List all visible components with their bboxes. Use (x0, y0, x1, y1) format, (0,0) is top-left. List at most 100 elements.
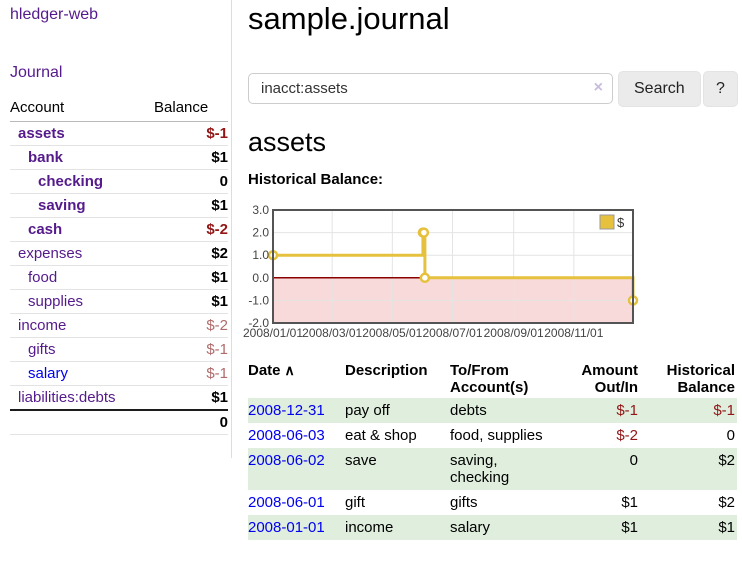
svg-text:2008/03/01: 2008/03/01 (302, 326, 362, 340)
account-link-saving[interactable]: saving (38, 197, 86, 214)
account-balance: $-1 (154, 362, 228, 386)
account-link-supplies[interactable]: supplies (28, 293, 83, 310)
svg-text:1.0: 1.0 (252, 248, 269, 262)
account-balance: $-1 (154, 122, 228, 146)
transaction-accounts: gifts (450, 490, 558, 515)
account-link-assets[interactable]: assets (18, 125, 65, 142)
account-row: food $1 (10, 266, 228, 290)
register-col-description: Description (345, 360, 450, 398)
account-link-income[interactable]: income (18, 317, 66, 334)
svg-text:2008/05/01: 2008/05/01 (362, 326, 422, 340)
register-col-accounts: To/From Account(s) (450, 360, 558, 398)
account-link-checking[interactable]: checking (38, 173, 103, 190)
accounts-total-value: 0 (154, 410, 228, 435)
account-link-gifts[interactable]: gifts (28, 341, 56, 358)
transaction-date-link[interactable]: 2008-01-01 (248, 519, 325, 536)
account-balance: $2 (154, 242, 228, 266)
search-input[interactable] (248, 73, 613, 104)
register-header-row: Date∧ Description To/From Account(s) Amo… (248, 360, 737, 398)
account-row: liabilities:debts $1 (10, 386, 228, 411)
accounts-total-row: 0 (10, 410, 228, 435)
transaction-description: eat & shop (345, 423, 450, 448)
register-row: 2008-06-02 save saving, checking 0 $2 (248, 448, 737, 490)
account-row: bank $1 (10, 146, 228, 170)
sidebar: hledger-web Journal Account Balance asse… (0, 0, 232, 458)
chart-title: Historical Balance: (248, 171, 383, 188)
transaction-date-link[interactable]: 2008-12-31 (248, 402, 325, 419)
transaction-accounts: food, supplies (450, 423, 558, 448)
account-balance: $1 (154, 290, 228, 314)
register-col-balance: Historical Balance (640, 360, 737, 398)
transaction-amount: $1 (558, 490, 640, 515)
svg-text:2.0: 2.0 (252, 226, 269, 240)
sort-ascending-icon: ∧ (285, 362, 295, 378)
register-row: 2008-06-03 eat & shop food, supplies $-2… (248, 423, 737, 448)
transaction-date-link[interactable]: 2008-06-03 (248, 427, 325, 444)
historical-balance-chart: $3.02.01.00.0-1.0-2.02008/01/012008/03/0… (248, 202, 742, 344)
account-balance: $-2 (154, 218, 228, 242)
search-input-wrap: × (248, 73, 613, 104)
transaction-amount: $-1 (558, 398, 640, 423)
account-link-bank[interactable]: bank (28, 149, 63, 166)
svg-text:2008/09/01: 2008/09/01 (484, 326, 544, 340)
transaction-balance: 0 (640, 423, 737, 448)
svg-text:0.0: 0.0 (252, 271, 269, 285)
account-balance: $-2 (154, 314, 228, 338)
account-link-cash[interactable]: cash (28, 221, 62, 238)
transaction-amount: $1 (558, 515, 640, 540)
account-row: salary $-1 (10, 362, 228, 386)
account-row: cash $-2 (10, 218, 228, 242)
transaction-description: pay off (345, 398, 450, 423)
transaction-date-link[interactable]: 2008-06-01 (248, 494, 325, 511)
register-row: 2008-01-01 income salary $1 $1 (248, 515, 737, 540)
transaction-accounts: salary (450, 515, 558, 540)
register-row: 2008-06-01 gift gifts $1 $2 (248, 490, 737, 515)
svg-text:2008/11/01: 2008/11/01 (544, 326, 603, 340)
account-row: expenses $2 (10, 242, 228, 266)
accounts-table-header: Account Balance (10, 96, 228, 122)
account-link-salary[interactable]: salary (28, 365, 68, 382)
help-button[interactable]: ? (703, 71, 738, 107)
svg-text:3.0: 3.0 (252, 203, 269, 217)
accounts-table: Account Balance assets $-1 bank $1 checkin… (10, 96, 228, 435)
account-row: assets $-1 (10, 122, 228, 146)
account-link-food[interactable]: food (28, 269, 57, 286)
transaction-balance: $1 (640, 515, 737, 540)
search-button[interactable]: Search (618, 71, 701, 107)
transaction-date-link[interactable]: 2008-06-02 (248, 452, 325, 469)
account-balance: 0 (154, 170, 228, 194)
account-balance: $1 (154, 146, 228, 170)
register-col-amount: Amount Out/In (558, 360, 640, 398)
account-heading: assets (248, 127, 326, 158)
register-col-date[interactable]: Date∧ (248, 360, 345, 398)
account-balance: $1 (154, 194, 228, 218)
transaction-amount: $-2 (558, 423, 640, 448)
svg-text:2008/07/01: 2008/07/01 (422, 326, 482, 340)
accounts-col-balance: Balance (154, 96, 228, 122)
account-link-liabilities-debts[interactable]: liabilities:debts (18, 389, 116, 406)
svg-text:2008/01/01: 2008/01/01 (243, 326, 303, 340)
register-table: Date∧ Description To/From Account(s) Amo… (248, 360, 737, 540)
account-link-expenses[interactable]: expenses (18, 245, 82, 262)
account-balance: $1 (154, 266, 228, 290)
transaction-balance: $-1 (640, 398, 737, 423)
account-row: checking 0 (10, 170, 228, 194)
legend-label: $ (617, 215, 625, 230)
account-balance: $-1 (154, 338, 228, 362)
transaction-amount: 0 (558, 448, 640, 490)
account-row: income $-2 (10, 314, 228, 338)
svg-text:-1.0: -1.0 (248, 293, 269, 307)
transaction-description: save (345, 448, 450, 490)
transaction-description: income (345, 515, 450, 540)
transaction-accounts: saving, checking (450, 448, 558, 490)
sidebar-item-journal[interactable]: Journal (10, 64, 231, 82)
transaction-description: gift (345, 490, 450, 515)
transaction-balance: $2 (640, 490, 737, 515)
clear-search-icon[interactable]: × (594, 79, 603, 97)
account-row: gifts $-1 (10, 338, 228, 362)
account-balance: $1 (154, 386, 228, 411)
account-row: saving $1 (10, 194, 228, 218)
brand-link[interactable]: hledger-web (10, 6, 231, 24)
register-row: 2008-12-31 pay off debts $-1 $-1 (248, 398, 737, 423)
account-row: supplies $1 (10, 290, 228, 314)
